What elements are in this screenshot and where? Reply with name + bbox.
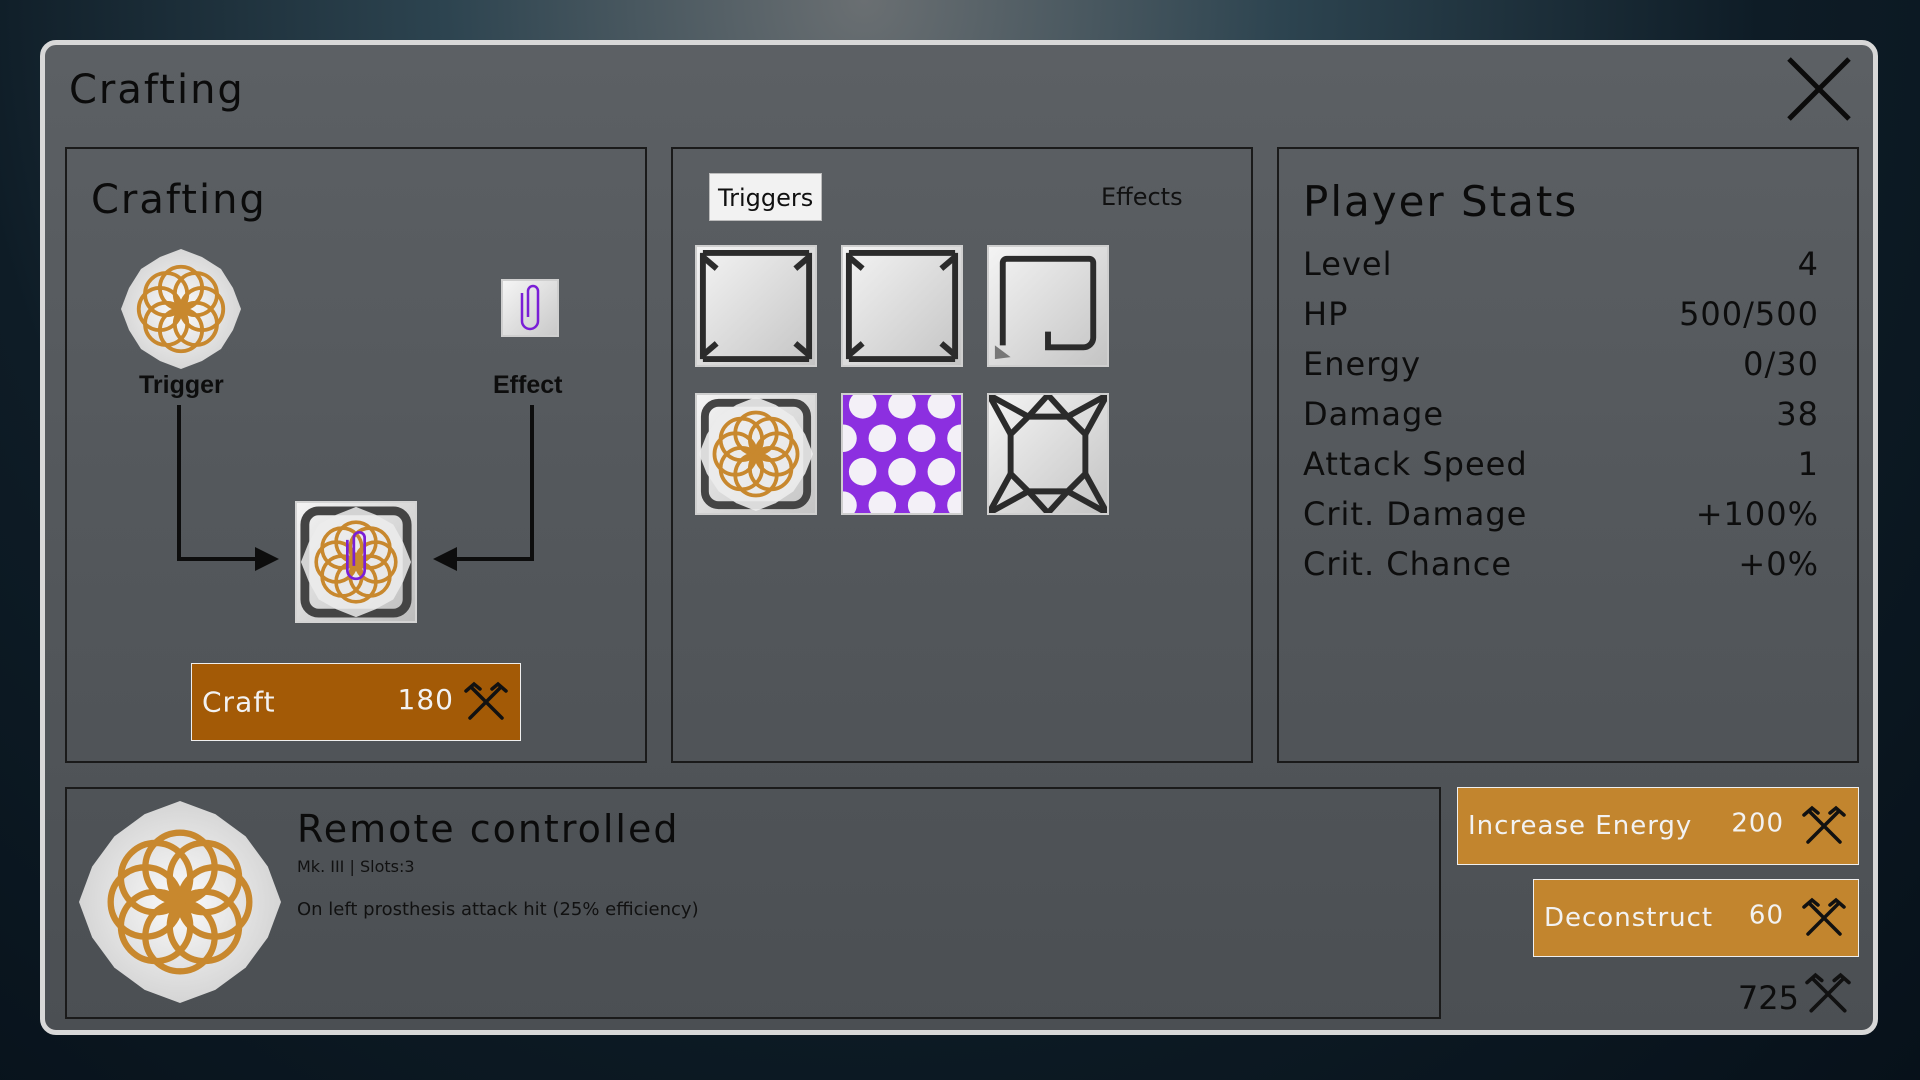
close-icon[interactable] — [1783, 53, 1855, 125]
deconstruct-button[interactable]: Deconstruct 60 — [1533, 879, 1859, 957]
effect-slot[interactable] — [501, 279, 559, 337]
stat-label: Crit. Damage — [1303, 495, 1528, 533]
crafting-heading: Crafting — [91, 177, 267, 223]
trigger-label: Trigger — [139, 371, 224, 399]
frame-corners-icon — [845, 249, 959, 363]
stat-row-hp: HP 500/500 — [1303, 295, 1819, 335]
item-subtitle: Mk. III | Slots:3 — [297, 857, 415, 876]
player-stats-panel: Player Stats Level 4 HP 500/500 Energy 0… — [1277, 147, 1859, 763]
inventory-slot[interactable] — [695, 393, 817, 515]
tab-effects[interactable]: Effects — [1101, 183, 1183, 211]
stat-value: 1 — [1797, 445, 1819, 483]
trigger-gem-icon — [121, 249, 241, 369]
item-detail-panel: Remote controlled Mk. III | Slots:3 On l… — [65, 787, 1441, 1019]
stat-value: +100% — [1695, 495, 1819, 533]
inventory-slot[interactable] — [987, 393, 1109, 515]
crafted-item-icon — [300, 506, 412, 618]
stats-heading: Player Stats — [1303, 177, 1579, 226]
stat-label: Energy — [1303, 345, 1422, 383]
crafting-panel: Crafting Trigger Effect Craft 180 — [65, 147, 647, 763]
stat-row-attack-speed: Attack Speed 1 — [1303, 445, 1819, 485]
paperclip-icon — [510, 283, 550, 333]
craft-button[interactable]: Craft 180 — [191, 663, 521, 741]
crafting-window: Crafting Crafting Trigger Effect Craft 1… — [40, 40, 1878, 1035]
currency-display: 725 — [1738, 971, 1851, 1021]
tab-triggers[interactable]: Triggers — [709, 173, 823, 221]
deconstruct-cost: 60 — [1748, 900, 1784, 931]
stat-row-damage: Damage 38 — [1303, 395, 1819, 435]
stat-value: 0/30 — [1743, 345, 1819, 383]
stat-label: Damage — [1303, 395, 1445, 433]
stat-row-energy: Energy 0/30 — [1303, 345, 1819, 385]
pickaxes-icon — [464, 680, 508, 724]
stat-label: Attack Speed — [1303, 445, 1528, 483]
purple-hexagon-pattern-icon — [843, 395, 961, 513]
craft-button-label: Craft — [202, 685, 276, 719]
deconstruct-label: Deconstruct — [1544, 903, 1714, 933]
stat-value: +0% — [1738, 545, 1819, 583]
currency-amount: 725 — [1737, 979, 1799, 1017]
pickaxes-icon — [1805, 971, 1851, 1017]
stat-label: Level — [1303, 245, 1393, 283]
stat-label: HP — [1303, 295, 1349, 333]
item-description: On left prosthesis attack hit (25% effic… — [297, 899, 699, 920]
pickaxes-icon — [1802, 896, 1846, 940]
stat-row-crit-chance: Crit. Chance +0% — [1303, 545, 1819, 585]
inventory-slot[interactable] — [695, 245, 817, 367]
stat-label: Crit. Chance — [1303, 545, 1513, 583]
increase-energy-button[interactable]: Increase Energy 200 — [1457, 787, 1859, 865]
stat-row-level: Level 4 — [1303, 245, 1819, 285]
octagon-lattice-icon — [989, 395, 1107, 513]
gold-lattice-frame-icon — [698, 396, 814, 512]
stat-value: 4 — [1797, 245, 1819, 283]
increase-energy-cost: 200 — [1731, 808, 1784, 839]
stat-row-crit-damage: Crit. Damage +100% — [1303, 495, 1819, 535]
component-list-panel: Triggers Effects — [671, 147, 1253, 763]
increase-energy-label: Increase Energy — [1468, 811, 1693, 841]
inventory-slot[interactable] — [987, 245, 1109, 367]
trigger-slot[interactable] — [121, 249, 241, 369]
frame-corners-icon — [699, 249, 813, 363]
item-title: Remote controlled — [297, 807, 680, 851]
stat-value: 500/500 — [1679, 295, 1819, 333]
effect-label: Effect — [493, 371, 563, 399]
pickaxes-icon — [1802, 804, 1846, 848]
hook-frame-icon — [994, 255, 1097, 360]
result-slot[interactable] — [295, 501, 417, 623]
inventory-slot[interactable] — [841, 393, 963, 515]
item-gem-icon — [79, 801, 281, 1003]
stat-value: 38 — [1776, 395, 1819, 433]
inventory-slot[interactable] — [841, 245, 963, 367]
window-title: Crafting — [69, 67, 245, 113]
craft-cost: 180 — [397, 682, 454, 716]
